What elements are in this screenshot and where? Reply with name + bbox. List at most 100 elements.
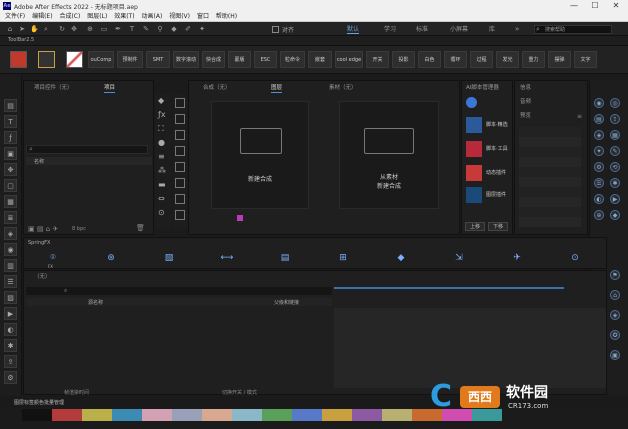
column-name-header[interactable]: 名称 [34, 158, 44, 165]
ext-button-6[interactable]: 蒙版 [228, 51, 251, 68]
brush-tool-icon[interactable]: ✎ [142, 25, 150, 33]
new-comp-from-footage-card[interactable]: 从素材 新建合成 [339, 101, 439, 209]
project-footer-icons[interactable]: ▣ ▤ ⌂ ✈ [28, 225, 58, 233]
minimize-button[interactable]: — [564, 0, 584, 12]
rail-layers-icon[interactable]: ▤ [4, 99, 17, 112]
workspace-standard[interactable]: 标准 [416, 25, 428, 34]
rail-stack-icon[interactable]: ≣ [4, 211, 17, 224]
help-search-input[interactable]: 搜索帮助 [534, 25, 612, 34]
spring-preset-1-button[interactable]: ⊛ [100, 251, 122, 265]
menu-window[interactable]: 窗口 [197, 12, 209, 22]
menu-view[interactable]: 视图(V) [169, 12, 190, 22]
tab-preview[interactable]: 预览 [520, 112, 531, 120]
ext-button-7[interactable]: ESC [254, 51, 277, 68]
tab-project-controls[interactable]: 项目控件（无） [34, 84, 73, 92]
ext-button-3[interactable]: SMT [146, 51, 170, 68]
timeline-track-area[interactable] [334, 308, 606, 388]
hand-tool-icon[interactable]: ✋ [30, 25, 39, 33]
swatch-5[interactable] [172, 409, 202, 421]
spring-preset-8-button[interactable]: ✈ [506, 251, 528, 265]
spring-preset-5-button[interactable]: ⊞ [332, 251, 354, 265]
springfx-fx-button[interactable]: ⌾ [42, 251, 64, 265]
swatch-8[interactable] [262, 409, 292, 421]
rail-list-icon[interactable]: ☰ [4, 275, 17, 288]
spring-preset-7-button[interactable]: ⇲ [448, 251, 470, 265]
rail-right-9-icon[interactable]: ◎ [610, 98, 620, 108]
ext-red-icon[interactable] [10, 51, 27, 68]
workspace-menu-icon[interactable]: » [515, 25, 519, 33]
swatch-4[interactable] [142, 409, 172, 421]
comp-footer-controls[interactable] [207, 215, 447, 221]
time-navigator-bar[interactable] [334, 287, 564, 289]
swatch-11[interactable] [352, 409, 382, 421]
script-icon-8[interactable] [175, 210, 185, 220]
workspace-learn[interactable]: 学习 [384, 25, 396, 34]
tab-project[interactable]: 项目 [104, 84, 116, 93]
ext-button-11[interactable]: 开关 [366, 51, 389, 68]
ext-button-16[interactable]: 发光 [496, 51, 519, 68]
source-name-header[interactable]: 源名称 [88, 299, 103, 306]
color-swatch-icon[interactable] [237, 215, 243, 221]
home-icon[interactable]: ⌂ [6, 25, 14, 33]
menu-help[interactable]: 帮助(H) [216, 12, 237, 22]
anchor-icon[interactable]: ⊙ [158, 208, 165, 217]
rotate-tool-icon[interactable]: ↻ [58, 25, 66, 33]
spring-preset-6-button[interactable]: ◆ [390, 251, 412, 265]
menu-edit[interactable]: 编辑(E) [32, 12, 52, 22]
rail-move-icon[interactable]: ✥ [4, 163, 17, 176]
ext-button-19[interactable]: 文字 [574, 51, 597, 68]
pan-behind-tool-icon[interactable]: ⊕ [86, 25, 94, 33]
ext-button-18[interactable]: 摆弹 [548, 51, 571, 68]
transform-icon[interactable]: ⛶ [158, 124, 164, 134]
menu-composition[interactable]: 合成(C) [59, 12, 80, 22]
rail-frame-icon[interactable]: ▢ [4, 179, 17, 192]
rail-right-20-icon[interactable]: ✪ [610, 330, 620, 340]
bpc-label[interactable]: 8 bpc [72, 226, 86, 232]
panel-menu-icon[interactable]: ≡ [577, 113, 582, 120]
script-icon-3[interactable] [175, 130, 185, 140]
rail-right-19-icon[interactable]: ◈ [610, 310, 620, 320]
rail-right-4-icon[interactable]: ✦ [594, 146, 604, 156]
script-icon-7[interactable] [175, 194, 185, 204]
ai-refresh-icon[interactable] [466, 97, 477, 108]
ext-button-12[interactable]: 投影 [392, 51, 415, 68]
swatch-10[interactable] [322, 409, 352, 421]
rail-right-3-icon[interactable]: ◈ [594, 130, 604, 140]
menu-file[interactable]: 文件(F) [5, 12, 25, 22]
parent-link-header[interactable]: 父级和链接 [274, 299, 299, 306]
roto-brush-icon[interactable]: ✐ [184, 25, 192, 33]
swatch-12[interactable] [382, 409, 412, 421]
clone-tool-icon[interactable]: ⚲ [156, 25, 164, 33]
rail-right-10-icon[interactable]: ⇪ [610, 114, 620, 124]
rail-puppet-icon[interactable]: ✱ [4, 339, 17, 352]
rail-right-18-icon[interactable]: ⌂ [610, 290, 620, 300]
spring-preset-3-button[interactable]: ⟷ [216, 251, 238, 265]
zoom-tool-icon[interactable]: ⌕ [42, 25, 50, 33]
springfx-title[interactable]: SpringFX [28, 240, 50, 246]
rail-right-16-icon[interactable]: ◆ [610, 210, 620, 220]
shape-icon[interactable]: ● [158, 138, 165, 147]
ext-button-15[interactable]: 过程 [470, 51, 493, 68]
swatch-1[interactable] [52, 409, 82, 421]
bar-icon[interactable]: ▬ [158, 180, 166, 189]
close-button[interactable]: ✕ [606, 0, 626, 12]
swatch-3[interactable] [112, 409, 142, 421]
swatch-9[interactable] [292, 409, 322, 421]
ext-button-1[interactable]: ouComp [88, 51, 114, 68]
script-icon-4[interactable] [175, 146, 185, 156]
workspace-default[interactable]: 默认 [347, 25, 360, 34]
ext-slash-icon[interactable] [66, 51, 83, 68]
tab-timeline[interactable]: （无） [34, 273, 51, 281]
move-up-button[interactable]: 上移 [465, 222, 485, 231]
ext-button-2[interactable]: 预制件 [117, 51, 143, 68]
maximize-button[interactable]: ☐ [585, 0, 605, 12]
move-down-button[interactable]: 下移 [488, 222, 508, 231]
rail-right-17-icon[interactable]: ⚑ [610, 270, 620, 280]
rail-settings-icon[interactable]: ⚙ [4, 371, 17, 384]
eraser-tool-icon[interactable]: ◆ [170, 25, 178, 33]
ext-folder-icon[interactable] [38, 51, 55, 68]
rail-right-21-icon[interactable]: ▣ [610, 350, 620, 360]
rail-mask-icon[interactable]: ◐ [4, 323, 17, 336]
ext-button-10[interactable]: cool edge [335, 51, 363, 68]
puppet-tool-icon[interactable]: ✦ [198, 25, 206, 33]
